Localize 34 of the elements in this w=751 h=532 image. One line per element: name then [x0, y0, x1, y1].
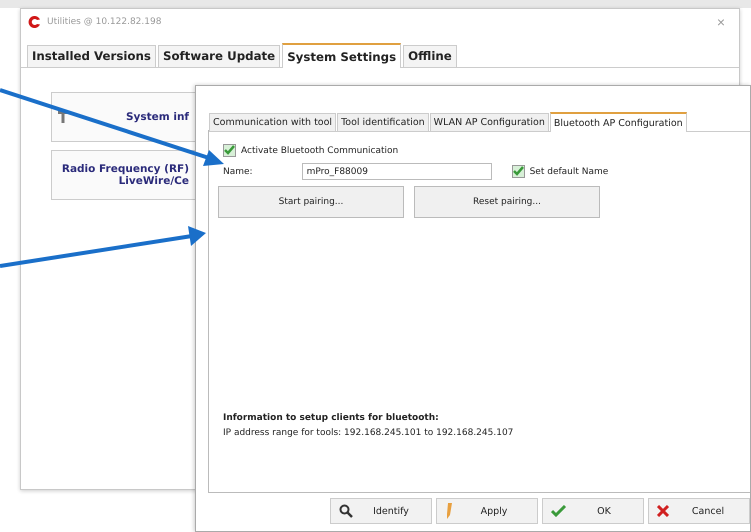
app-logo-icon: [27, 16, 41, 28]
checkbox-label: Set default Name: [530, 166, 608, 176]
close-icon: [657, 505, 669, 517]
action-button[interactable]: Reset pairing...: [414, 186, 600, 218]
tab[interactable]: Offline: [403, 45, 457, 67]
tab[interactable]: Communication with tool: [209, 113, 336, 131]
window-title: Utilities @ 10.122.82.198: [47, 17, 162, 27]
tab[interactable]: System Settings: [282, 43, 402, 68]
pencil-icon: [445, 503, 453, 519]
dialog-button[interactable]: OK: [542, 498, 644, 524]
checkbox[interactable]: [512, 165, 525, 178]
card-label: LiveWire/Ce: [118, 175, 189, 187]
tab[interactable]: Bluetooth AP Configuration: [550, 112, 687, 132]
settings-card[interactable]: Radio Frequency (RF) LiveWire/Ce: [51, 150, 196, 200]
dialog-button[interactable]: Cancel: [648, 498, 750, 524]
settings-card[interactable]: System inf: [51, 92, 196, 142]
check-icon: [551, 505, 567, 517]
dialog-button[interactable]: Identify: [330, 498, 432, 524]
info-heading: Information to setup clients for bluetooth:: [223, 413, 440, 423]
field-label: Name:: [223, 166, 253, 176]
checkbox[interactable]: [223, 144, 236, 157]
name-field[interactable]: mPro_F88009: [302, 163, 492, 180]
tab[interactable]: Installed Versions: [27, 45, 156, 67]
tab[interactable]: Tool identification: [337, 113, 429, 131]
tab[interactable]: Software Update: [158, 45, 280, 67]
search-icon: [339, 504, 353, 518]
action-button[interactable]: Start pairing...: [218, 186, 404, 218]
info-text: IP address range for tools: 192.168.245.101 to 192.168.245.107: [223, 428, 514, 438]
card-label: Radio Frequency (RF): [62, 163, 189, 175]
pin-icon: [58, 111, 68, 123]
checkbox-label: Activate Bluetooth Communication: [241, 146, 398, 156]
tab[interactable]: WLAN AP Configuration: [430, 113, 549, 131]
dialog-button[interactable]: Apply: [436, 498, 538, 524]
card-label: System inf: [126, 111, 189, 123]
